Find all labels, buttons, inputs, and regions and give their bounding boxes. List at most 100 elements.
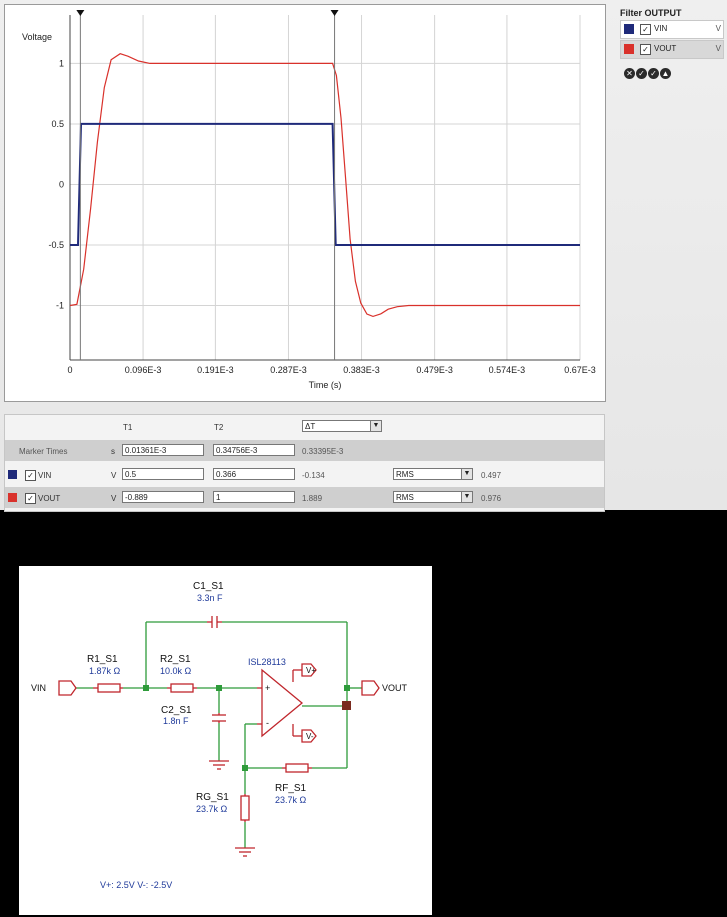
x-tick-label: 0.479E-3	[416, 365, 453, 375]
t1-header: T1	[123, 423, 133, 432]
rf-resistor	[285, 763, 309, 773]
filter-item-label: VOUT	[654, 44, 677, 53]
vplus-label: V+	[306, 666, 316, 675]
check-icon[interactable]: ✓	[636, 68, 647, 79]
rf-name: RF_S1	[275, 783, 307, 794]
x-tick-label: 0.383E-3	[343, 365, 380, 375]
c2-name: C2_S1	[161, 705, 192, 716]
r1-name: R1_S1	[87, 654, 118, 665]
vin-t2-field[interactable]: 0.366	[213, 468, 295, 480]
r2-resistor	[170, 683, 194, 693]
filter-item-unit: V	[715, 24, 721, 33]
t2-time-field[interactable]: 0.34756E-3	[213, 444, 295, 456]
filter-output-panel: Filter OUTPUT ✓ VIN V ✓ VOUT V ✕ ✓ ✓ ▲	[620, 6, 724, 79]
x-tick-label: 0.67E-3	[564, 365, 596, 375]
marker-times-label: Marker Times	[19, 447, 68, 456]
r1-value: 1.87k Ω	[89, 666, 121, 676]
simulation-panel: Voltage Time (s) 1 0.5 0 -0.5 -1 0 0.096E-3 0.1…	[0, 0, 727, 512]
rg-value: 23.7k Ω	[196, 804, 228, 814]
schematic-wires	[76, 621, 362, 848]
marker-times-row: Marker Times s 0.01361E-3 0.34756E-3 0.3…	[5, 440, 604, 461]
delta-mode-value: ΔT	[305, 422, 316, 431]
vout-port	[361, 680, 380, 696]
filter-actions: ✕ ✓ ✓ ▲	[624, 68, 672, 79]
vin-function-select[interactable]: RMS ▼	[393, 468, 473, 480]
supply-voltages: V+: 2.5V V-: -2.5V	[100, 880, 172, 890]
rf-value: 23.7k Ω	[275, 795, 307, 805]
marker-handle-t1	[76, 10, 85, 16]
x-tick-label: 0.287E-3	[270, 365, 307, 375]
circuit-schematic: C1_S1 3.3n F R1_S1 1.87k Ω R2_S1 10.0k Ω…	[19, 566, 432, 915]
vout-checkbox[interactable]: ✓	[640, 44, 651, 55]
vin-function-value: RMS	[396, 470, 414, 479]
r1-resistor	[97, 683, 121, 693]
y-tick-label: 0	[59, 179, 64, 189]
chevron-down-icon: ▼	[461, 492, 472, 502]
x-tick-label: 0.191E-3	[197, 365, 234, 375]
x-tick-label: 0.574E-3	[489, 365, 526, 375]
junction-dots	[143, 685, 350, 771]
vin-function-result: 0.497	[481, 471, 502, 480]
delta-time-value: 0.33395E-3	[302, 447, 344, 456]
vin-delta-value: -0.134	[302, 471, 325, 480]
check-icon[interactable]: ✓	[648, 68, 659, 79]
vin-color-swatch	[8, 470, 17, 479]
vminus-label: V-	[306, 732, 314, 741]
rg-resistor	[240, 795, 250, 821]
y-tick-label: 1	[59, 58, 64, 68]
vout-t1-field[interactable]: -0.889	[122, 491, 204, 503]
output-node	[342, 701, 351, 710]
vin-checkbox[interactable]: ✓	[640, 24, 651, 35]
filter-item-unit: V	[715, 44, 721, 53]
close-icon[interactable]: ✕	[624, 68, 635, 79]
up-icon[interactable]: ▲	[660, 68, 671, 79]
vin-color-swatch	[624, 24, 634, 34]
marker-row-vin: ✓ VIN V 0.5 0.366 -0.134 RMS ▼ 0.497	[5, 465, 604, 485]
r2-name: R2_S1	[160, 654, 191, 665]
marker-row-vout: ✓ VOUT V -0.889 1 1.889 RMS ▼ 0.976	[5, 487, 604, 508]
t2-header: T2	[214, 423, 224, 432]
x-tick-label: 0.096E-3	[125, 365, 162, 375]
vin-row-checkbox[interactable]: ✓	[25, 470, 36, 481]
c2-value: 1.8n F	[163, 716, 189, 726]
r2-value: 10.0k Ω	[160, 666, 192, 676]
vin-row-unit: V	[111, 471, 117, 480]
vout-label: VOUT	[382, 683, 408, 693]
vout-color-swatch	[8, 493, 17, 502]
waveform-plot[interactable]: Voltage Time (s) 1 0.5 0 -0.5 -1 0 0.096E-3 0.1…	[4, 4, 606, 402]
x-axis-label: Time (s)	[309, 380, 342, 390]
filter-item-vout[interactable]: ✓ VOUT V	[620, 40, 724, 59]
rg-name: RG_S1	[196, 792, 229, 803]
filter-item-label: VIN	[654, 24, 668, 33]
chevron-down-icon: ▼	[461, 469, 472, 479]
vin-port	[58, 680, 77, 696]
vout-function-result: 0.976	[481, 494, 502, 503]
y-axis-label: Voltage	[22, 32, 52, 42]
vout-function-select[interactable]: RMS ▼	[393, 491, 473, 503]
y-tick-label: -0.5	[48, 240, 64, 250]
delta-mode-select[interactable]: ΔT ▼	[302, 420, 382, 432]
vout-color-swatch	[624, 44, 634, 54]
vin-row-label: VIN	[38, 471, 52, 480]
vin-label: VIN	[31, 683, 46, 693]
series-line-vout	[69, 53, 580, 318]
y-tick-label: 0.5	[51, 119, 64, 129]
y-tick-label: -1	[56, 301, 64, 311]
filter-title: Filter OUTPUT	[620, 8, 682, 18]
c1-name: C1_S1	[193, 581, 224, 592]
filter-item-vin[interactable]: ✓ VIN V	[620, 20, 724, 39]
vout-row-checkbox[interactable]: ✓	[25, 493, 36, 504]
t1-time-field[interactable]: 0.01361E-3	[122, 444, 204, 456]
vin-t1-field[interactable]: 0.5	[122, 468, 204, 480]
opamp-plus-sign: +	[265, 683, 270, 693]
opamp-minus-sign: -	[266, 718, 269, 728]
vout-row-unit: V	[111, 494, 117, 503]
schematic-drawing: C1_S1 3.3n F R1_S1 1.87k Ω R2_S1 10.0k Ω…	[31, 581, 408, 890]
vout-function-value: RMS	[396, 493, 414, 502]
marker-times-unit: s	[111, 447, 115, 456]
x-tick-label: 0	[67, 365, 72, 375]
vout-t2-field[interactable]: 1	[213, 491, 295, 503]
marker-handle-t2	[330, 10, 339, 16]
waveform-chart[interactable]: Voltage Time (s) 1 0.5 0 -0.5 -1 0 0.096E-3 0.1…	[5, 5, 605, 401]
c1-value: 3.3n F	[197, 593, 223, 603]
